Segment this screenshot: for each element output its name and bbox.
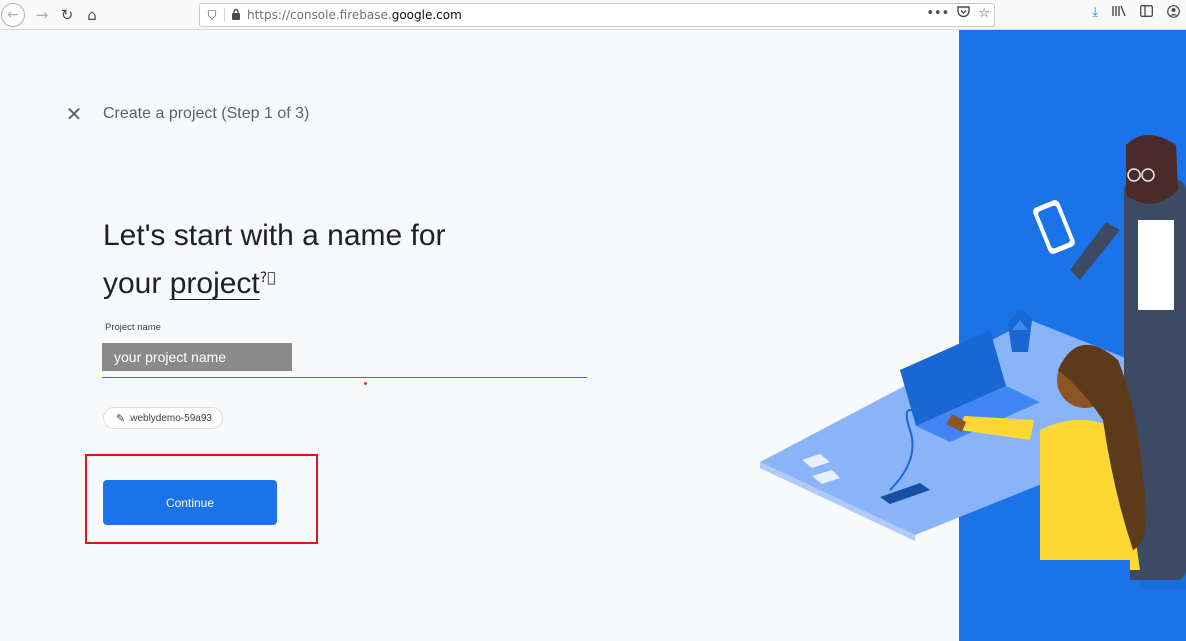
library-icon[interactable] [1112,5,1126,22]
project-name-label: Project name [105,322,161,333]
browser-toolbar: ← → ↻ ⌂ ⛉ https://console.firebase.googl… [0,0,1186,30]
url-domain: google.com [391,8,462,22]
account-icon[interactable] [1167,5,1180,22]
help-icon[interactable]: ?⃝ [260,270,276,286]
project-help-link[interactable]: project [170,267,260,300]
cursor-marker [364,382,367,385]
url-bar[interactable]: ⛉ https://console.firebase.google.com ••… [199,3,995,27]
download-icon[interactable]: ⤓ [1092,5,1098,22]
sidebar-icon[interactable] [1140,5,1153,22]
forward-button[interactable]: → [30,3,54,27]
bookmark-star-icon[interactable]: ☆ [978,6,990,22]
input-underline [102,377,587,378]
project-illustration [760,30,1186,641]
continue-button[interactable]: Continue [103,480,277,525]
headline-your: your [103,267,170,300]
headline-line1: Let's start with a name for [103,219,446,252]
url-separator [224,8,225,22]
reload-button[interactable]: ↻ [55,3,79,27]
project-id-chip[interactable]: ✎ weblydemo-59a93 [103,407,223,429]
reload-icon: ↻ [60,6,74,24]
home-button[interactable]: ⌂ [80,3,104,27]
close-icon[interactable]: ✕ [64,103,84,125]
step-title: Create a project (Step 1 of 3) [103,105,310,122]
back-button[interactable]: ← [0,3,26,27]
home-icon: ⌂ [87,6,97,24]
url-actions: ••• ☆ [926,6,990,22]
arrow-left-icon: ← [1,3,25,27]
project-id-text: weblydemo-59a93 [130,412,212,424]
page-actions-button[interactable]: ••• [926,6,949,22]
pocket-icon[interactable] [957,6,971,22]
toolbar-right: ⤓ [1092,5,1180,22]
shield-icon[interactable]: ⛉ [200,8,224,23]
arrow-right-icon: → [35,6,49,24]
page-headline: Let's start with a name for your project… [103,214,523,305]
url-prefix: https://console.firebase. [247,8,392,22]
url-text[interactable]: https://console.firebase.google.com [247,8,462,22]
project-name-input[interactable] [102,343,292,371]
pencil-icon: ✎ [116,411,126,425]
lock-icon[interactable] [231,8,247,23]
